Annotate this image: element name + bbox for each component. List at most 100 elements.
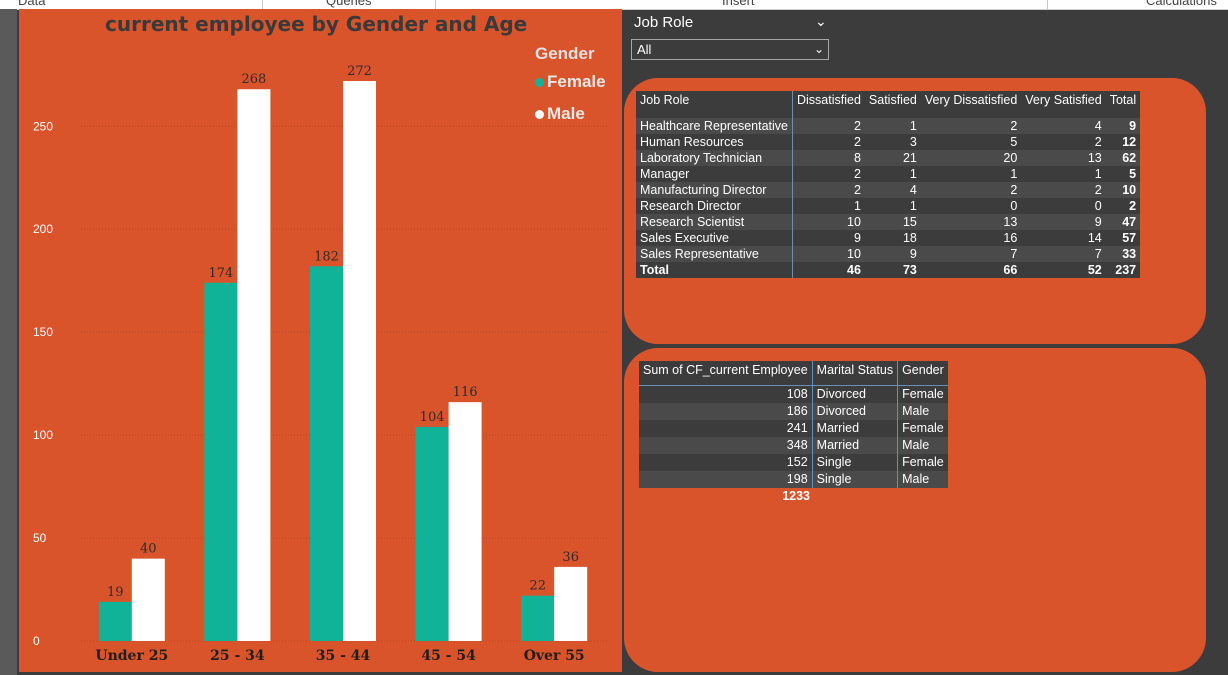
table-row[interactable]: Research Director 1 1 0 0 2 xyxy=(636,198,1141,214)
marital-status-table[interactable]: Sum of CF_current Employee Marital Statu… xyxy=(639,361,948,488)
bar-female xyxy=(521,595,555,641)
table-row[interactable]: Healthcare Representative 2 1 2 4 9 xyxy=(636,118,1141,134)
column-header[interactable]: Satisfied xyxy=(864,91,921,116)
data-label: 36 xyxy=(562,550,579,565)
marital-status-cell: Married xyxy=(812,437,899,454)
sum-cell: 108 xyxy=(639,385,813,403)
job-role-cell: Manufacturing Director xyxy=(636,182,793,198)
table-header-row: Sum of CF_current Employee Marital Statu… xyxy=(639,361,948,386)
column-header[interactable]: Marital Status xyxy=(812,361,899,386)
table-row[interactable]: Manufacturing Director 2 4 2 2 10 xyxy=(636,182,1141,198)
value-cell: 1 xyxy=(864,166,921,182)
column-header[interactable]: Very Dissatisfied xyxy=(920,91,1022,116)
column-header[interactable]: Total xyxy=(1105,91,1141,116)
gender-cell: Female xyxy=(897,454,948,471)
value-cell: 9 xyxy=(1105,118,1141,134)
y-tick-label: 50 xyxy=(33,531,47,545)
value-cell: 10 xyxy=(1105,182,1141,198)
job-role-dropdown-value: All xyxy=(637,42,652,57)
table-row[interactable]: 241 Married Female xyxy=(639,420,948,437)
table-row[interactable]: 198 Single Male xyxy=(639,471,948,488)
data-label: 116 xyxy=(453,385,478,400)
value-cell: 2 xyxy=(792,182,865,198)
job-role-dropdown[interactable]: All ⌄ xyxy=(631,39,829,60)
value-cell: 4 xyxy=(1021,118,1106,134)
table-row[interactable]: 152 Single Female xyxy=(639,454,948,471)
gender-cell: Male xyxy=(897,403,948,420)
data-label: 40 xyxy=(140,542,157,557)
column-header[interactable]: Gender xyxy=(897,361,948,386)
ribbon-tab-insert[interactable]: Insert xyxy=(722,0,755,8)
bar-male xyxy=(448,402,482,641)
value-cell: 1 xyxy=(864,118,921,134)
data-label: 272 xyxy=(347,64,372,79)
gender-cell: Male xyxy=(897,437,948,454)
total-value-cell: 237 xyxy=(1105,262,1141,278)
value-cell: 7 xyxy=(1021,246,1106,262)
x-tick-label: 25 - 34 xyxy=(210,648,265,664)
value-cell: 1 xyxy=(864,198,921,214)
column-header[interactable]: Very Satisfied xyxy=(1021,91,1106,116)
value-cell: 0 xyxy=(920,198,1022,214)
total-label-cell: Total xyxy=(636,262,793,278)
table-row[interactable]: Sales Executive 9 18 16 14 57 xyxy=(636,230,1141,246)
x-tick-label: Under 25 xyxy=(95,648,168,664)
value-cell: 5 xyxy=(920,134,1022,150)
column-header[interactable]: Dissatisfied xyxy=(792,91,865,116)
table-row[interactable]: Manager 2 1 1 1 5 xyxy=(636,166,1141,182)
sum-cell: 241 xyxy=(639,420,813,437)
bar-female xyxy=(98,601,132,641)
column-header[interactable]: Sum of CF_current Employee xyxy=(639,361,813,386)
value-cell: 3 xyxy=(864,134,921,150)
table-row[interactable]: 348 Married Male xyxy=(639,437,948,454)
ribbon-tab-queries[interactable]: Queries xyxy=(326,0,372,8)
value-cell: 47 xyxy=(1105,214,1141,230)
value-cell: 8 xyxy=(792,150,865,166)
bar-female xyxy=(310,266,343,641)
value-cell: 9 xyxy=(1021,214,1106,230)
ribbon-tab-data[interactable]: Data xyxy=(18,0,45,8)
gender-cell: Female xyxy=(897,385,948,403)
value-cell: 15 xyxy=(864,214,921,230)
job-role-cell: Laboratory Technician xyxy=(636,150,793,166)
table-row[interactable]: 108 Divorced Female xyxy=(639,385,948,403)
table-row[interactable]: Sales Representative 10 9 7 7 33 xyxy=(636,246,1141,262)
table-row[interactable]: Laboratory Technician 8 21 20 13 62 xyxy=(636,150,1141,166)
value-cell: 12 xyxy=(1105,134,1141,150)
marital-status-cell: Single xyxy=(812,471,899,488)
gender-cell: Female xyxy=(897,420,948,437)
slicer-collapse-chevron-icon[interactable]: ⌄ xyxy=(815,13,827,30)
value-cell: 62 xyxy=(1105,150,1141,166)
bar-male xyxy=(131,558,165,641)
value-cell: 10 xyxy=(792,246,865,262)
y-tick-label: 0 xyxy=(33,634,40,648)
total-row: Total 46 73 66 52 237 xyxy=(636,262,1141,278)
gender-cell: Male xyxy=(897,471,948,488)
x-tick-label: 45 - 54 xyxy=(421,648,476,664)
marital-table-total: 1233 xyxy=(782,489,810,503)
value-cell: 10 xyxy=(792,214,865,230)
value-cell: 57 xyxy=(1105,230,1141,246)
job-role-cell: Sales Executive xyxy=(636,230,793,246)
column-header[interactable]: Job Role xyxy=(636,91,793,116)
bar-female xyxy=(415,426,449,641)
value-cell: 9 xyxy=(864,246,921,262)
value-cell: 2 xyxy=(1105,198,1141,214)
data-label: 268 xyxy=(241,72,266,87)
table-row[interactable]: 186 Divorced Male xyxy=(639,403,948,420)
gender-age-chart-visual[interactable]: current employee by Gender and Age Gende… xyxy=(19,9,622,672)
y-tick-label: 150 xyxy=(33,325,53,339)
data-label: 19 xyxy=(107,585,124,600)
matrix-header-row: Job Role Dissatisfied Satisfied Very Dis… xyxy=(636,91,1141,116)
total-value-cell: 52 xyxy=(1021,262,1106,278)
job-satisfaction-matrix[interactable]: Job Role Dissatisfied Satisfied Very Dis… xyxy=(636,91,1141,278)
data-label: 182 xyxy=(314,249,339,264)
value-cell: 7 xyxy=(920,246,1022,262)
ribbon-tab-calculations[interactable]: Calculations xyxy=(1146,0,1217,8)
table-row[interactable]: Human Resources 2 3 5 2 12 xyxy=(636,134,1141,150)
value-cell: 2 xyxy=(792,134,865,150)
bar-chart-plot: 0 50 100 150 200 250 19 40 Under 25 174 268 25 - 34… xyxy=(33,64,609,664)
value-cell: 16 xyxy=(920,230,1022,246)
value-cell: 33 xyxy=(1105,246,1141,262)
table-row[interactable]: Research Scientist 10 15 13 9 47 xyxy=(636,214,1141,230)
